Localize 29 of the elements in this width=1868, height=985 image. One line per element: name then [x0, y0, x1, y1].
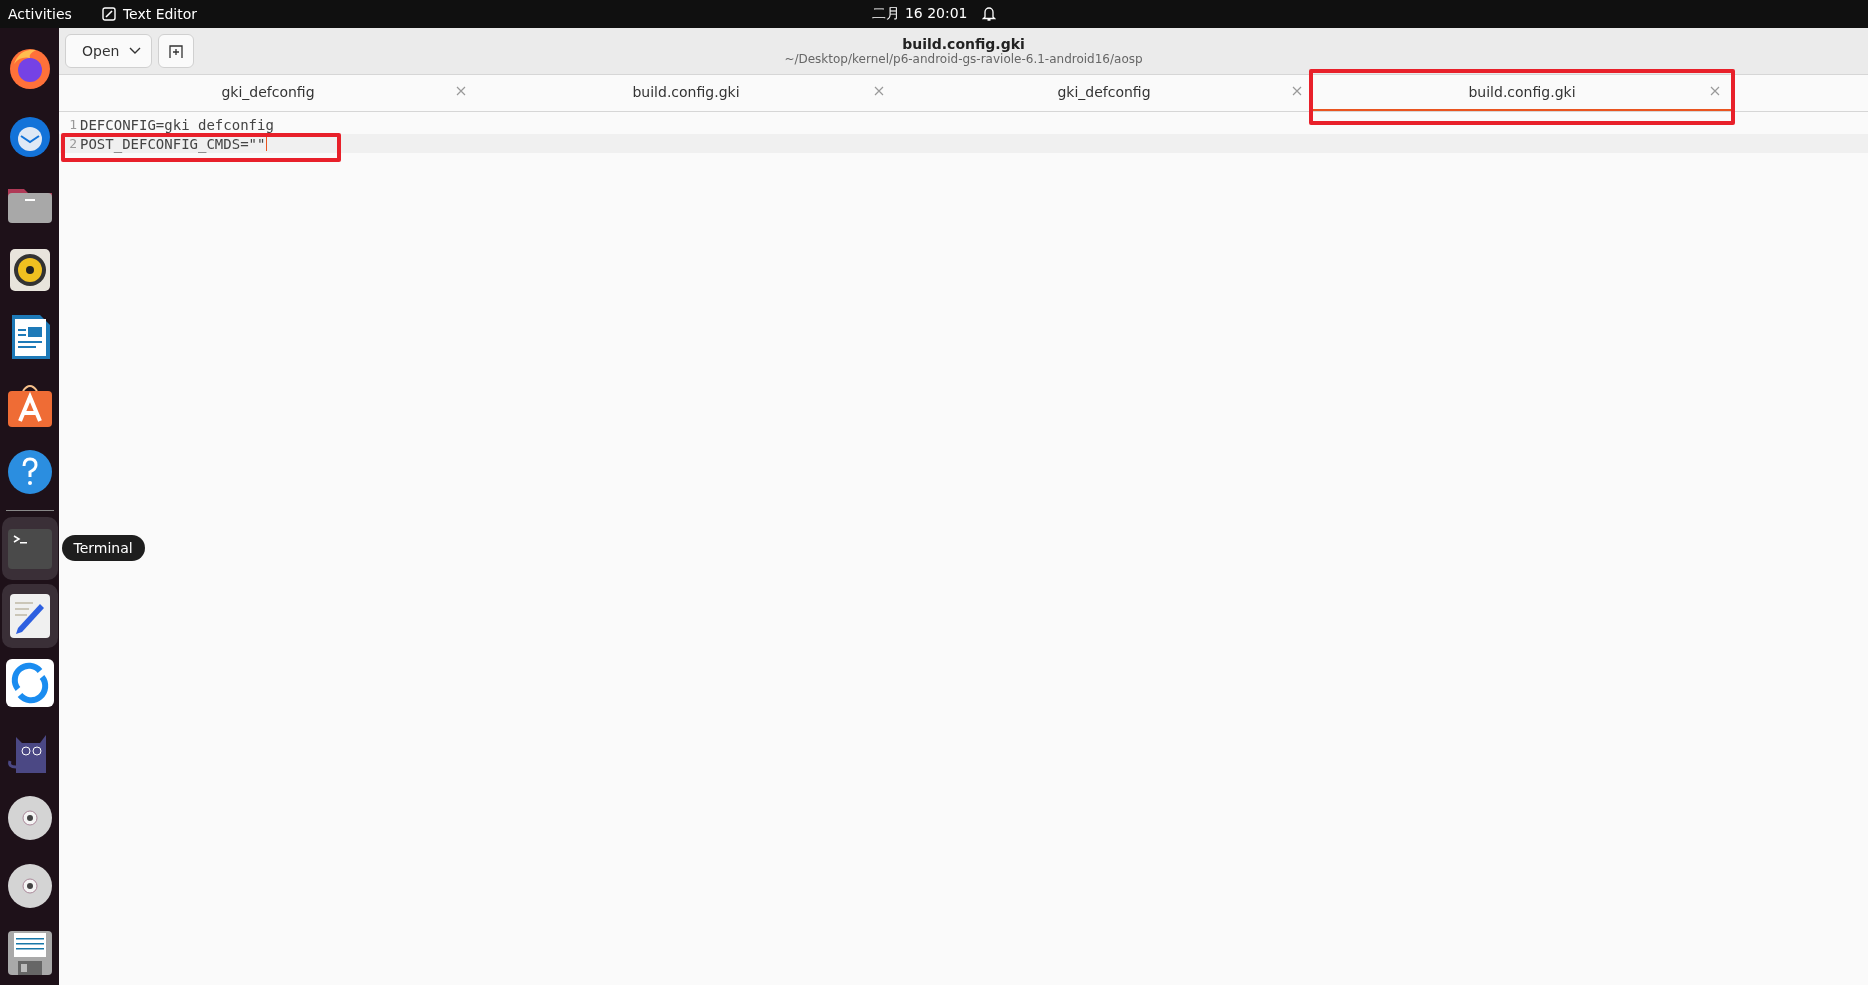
close-icon — [873, 85, 885, 97]
disc-icon — [5, 861, 54, 910]
dock-item[interactable] — [1, 584, 58, 648]
tab[interactable]: gki_defconfig — [59, 75, 477, 111]
file-path: ~/Desktop/kernel/p6-android-gs-raviole-6.1-android16/aosp — [784, 52, 1143, 66]
disc-icon — [5, 794, 54, 843]
ring-icon — [5, 659, 54, 708]
line-number: 1 — [68, 117, 78, 132]
tab[interactable]: gki_defconfig — [895, 75, 1313, 111]
new-tab-icon — [168, 43, 185, 59]
text-cursor — [266, 136, 268, 151]
close-icon — [1291, 85, 1303, 97]
code-line: POST_DEFCONFIG_CMDS="" — [80, 135, 266, 152]
line-number: 2 — [68, 136, 78, 151]
open-button[interactable]: Open — [65, 34, 153, 68]
code-line: DEFCONFIG=gki_defconfig — [80, 116, 274, 133]
clock[interactable]: 二月 16 20:01 — [872, 5, 968, 23]
chevron-down-icon — [129, 47, 142, 55]
app-menu[interactable]: Text Editor — [122, 6, 198, 22]
bell-icon — [981, 6, 996, 22]
activities-button[interactable]: Activities — [8, 6, 72, 22]
tab[interactable]: build.config.gki — [1313, 75, 1731, 111]
tab[interactable]: build.config.gki — [477, 75, 895, 111]
window-title: build.config.gki — [902, 36, 1025, 52]
new-tab-button[interactable] — [158, 34, 195, 68]
edit-icon — [101, 7, 116, 21]
help-icon — [5, 448, 54, 497]
close-icon — [1709, 85, 1721, 97]
close-icon — [455, 85, 467, 97]
